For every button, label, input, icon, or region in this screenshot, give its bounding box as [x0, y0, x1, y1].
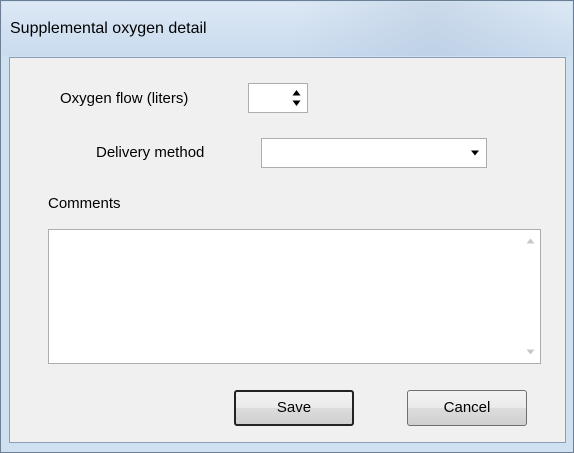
- scroll-up-arrow-icon[interactable]: [526, 238, 535, 244]
- cancel-button[interactable]: Cancel: [407, 390, 527, 426]
- oxygen-flow-label: Oxygen flow (liters): [60, 90, 189, 107]
- chevron-down-icon[interactable]: [469, 147, 481, 159]
- comments-scrollbar[interactable]: [521, 230, 540, 363]
- dialog-window: Supplemental oxygen detail Oxygen flow (…: [0, 0, 574, 453]
- dialog-title: Supplemental oxygen detail: [10, 20, 207, 37]
- delivery-method-label: Delivery method: [96, 144, 205, 161]
- scroll-down-arrow-icon[interactable]: [526, 349, 535, 355]
- oxygen-flow-stepper[interactable]: [248, 83, 308, 113]
- save-button-label: Save: [276, 399, 312, 416]
- title-bar[interactable]: Supplemental oxygen detail: [2, 2, 572, 56]
- delivery-method-select[interactable]: [261, 138, 487, 168]
- up-down-arrows-icon[interactable]: [288, 86, 305, 110]
- cancel-button-label: Cancel: [443, 399, 491, 416]
- save-button[interactable]: Save: [234, 390, 354, 426]
- title-bar-glass: [292, 2, 572, 56]
- comments-label: Comments: [48, 195, 121, 212]
- comments-textarea[interactable]: [48, 229, 541, 364]
- dialog-body: Oxygen flow (liters) Delivery method Com…: [9, 57, 566, 443]
